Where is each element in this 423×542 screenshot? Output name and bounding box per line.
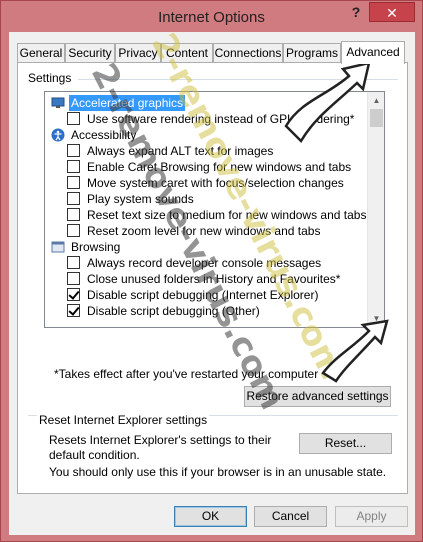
settings-scrollbar[interactable]: ▲ ▼ <box>367 92 384 327</box>
scrollbar-thumb[interactable] <box>370 109 383 127</box>
checkbox[interactable] <box>67 192 80 205</box>
reset-button[interactable]: Reset... <box>299 433 392 454</box>
scroll-up-arrow-icon[interactable]: ▲ <box>368 92 384 109</box>
checkbox[interactable] <box>67 272 80 285</box>
reset-description: Resets Internet Explorer's settings to t… <box>49 433 272 462</box>
checkbox-label: Enable Caret Browsing for new windows an… <box>87 160 352 174</box>
scroll-down-arrow-icon[interactable]: ▼ <box>368 310 384 327</box>
checkbox-label: Play system sounds <box>87 192 194 206</box>
ok-button[interactable]: OK <box>174 506 247 527</box>
tab-general[interactable]: General <box>17 43 65 63</box>
checkbox[interactable] <box>67 224 80 237</box>
apply-button[interactable]: Apply <box>335 506 408 527</box>
dialog-client-area: General Security Privacy Content Connect… <box>9 32 415 535</box>
reset-warning: You should only use this if your browser… <box>49 465 387 479</box>
category-label: Accessibility <box>71 128 137 142</box>
reset-group-label: Reset Internet Explorer settings <box>37 413 210 427</box>
checkbox[interactable] <box>67 176 80 189</box>
help-button[interactable]: ? <box>345 2 367 22</box>
checkbox-label: Close unused folders in History and Favo… <box>87 272 341 286</box>
tab-connections[interactable]: Connections <box>213 43 283 63</box>
restore-advanced-settings-button[interactable]: Restore advanced settings <box>244 386 391 407</box>
checkbox[interactable] <box>67 256 80 269</box>
cancel-button[interactable]: Cancel <box>254 506 327 527</box>
checkbox-label: Use software rendering instead of GPU re… <box>87 112 355 126</box>
checkbox-label: Reset text size to medium for new window… <box>87 208 367 222</box>
checkbox[interactable] <box>67 112 80 125</box>
tab-content[interactable]: Content <box>161 43 213 63</box>
checkbox-label: Move system caret with focus/selection c… <box>87 176 344 190</box>
category-label: Accelerated graphics <box>69 95 186 111</box>
checkbox-checked[interactable] <box>67 304 80 317</box>
tab-advanced[interactable]: Advanced <box>341 41 405 64</box>
checkbox-label: Disable script debugging (Internet Explo… <box>87 288 319 302</box>
accessibility-icon <box>51 128 65 142</box>
checkbox[interactable] <box>67 208 80 221</box>
checkbox[interactable] <box>67 144 80 157</box>
browsing-icon <box>51 241 65 253</box>
advanced-tab-page: Settings Accelerated graphics Use softwa… <box>17 62 408 494</box>
settings-group-label: Settings <box>26 71 74 85</box>
checkbox[interactable] <box>67 160 80 173</box>
restart-footnote: *Takes effect after you've restarted you… <box>54 367 319 381</box>
settings-list[interactable]: Accelerated graphics Use software render… <box>44 91 385 328</box>
checkbox-label: Reset zoom level for new windows and tab… <box>87 224 321 238</box>
tab-programs[interactable]: Programs <box>283 43 341 63</box>
settings-group-divider <box>78 79 398 80</box>
monitor-icon <box>51 97 65 108</box>
checkbox-label: Always record developer console messages <box>87 256 322 270</box>
tab-security[interactable]: Security <box>65 43 115 63</box>
close-button[interactable]: ✕ <box>369 2 415 22</box>
category-label: Browsing <box>71 240 121 254</box>
tab-privacy[interactable]: Privacy <box>115 43 161 63</box>
checkbox-checked[interactable] <box>67 288 80 301</box>
internet-options-window: Internet Options ? ✕ General Security Pr… <box>0 0 423 542</box>
title-bar[interactable]: Internet Options ? ✕ <box>1 1 422 33</box>
checkbox-label: Disable script debugging (Other) <box>87 304 260 318</box>
checkbox-label: Always expand ALT text for images <box>87 144 274 158</box>
